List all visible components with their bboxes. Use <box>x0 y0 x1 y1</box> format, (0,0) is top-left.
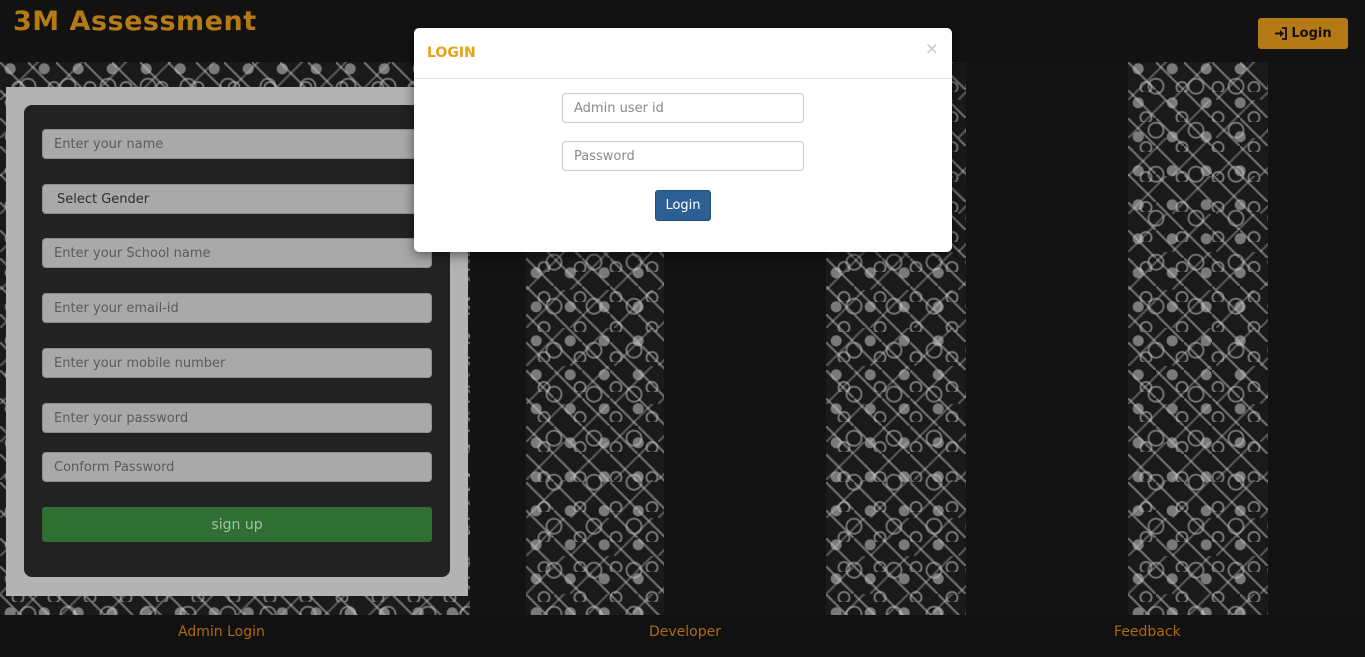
close-icon[interactable]: × <box>925 39 939 59</box>
login-modal: LOGIN × Admin user id Password Login <box>414 28 952 252</box>
admin-user-id-input[interactable]: Admin user id <box>562 93 804 123</box>
admin-password-input[interactable]: Password <box>562 141 804 171</box>
modal-login-button[interactable]: Login <box>655 190 711 221</box>
modal-header-divider <box>414 78 952 79</box>
modal-title: LOGIN <box>427 45 476 61</box>
